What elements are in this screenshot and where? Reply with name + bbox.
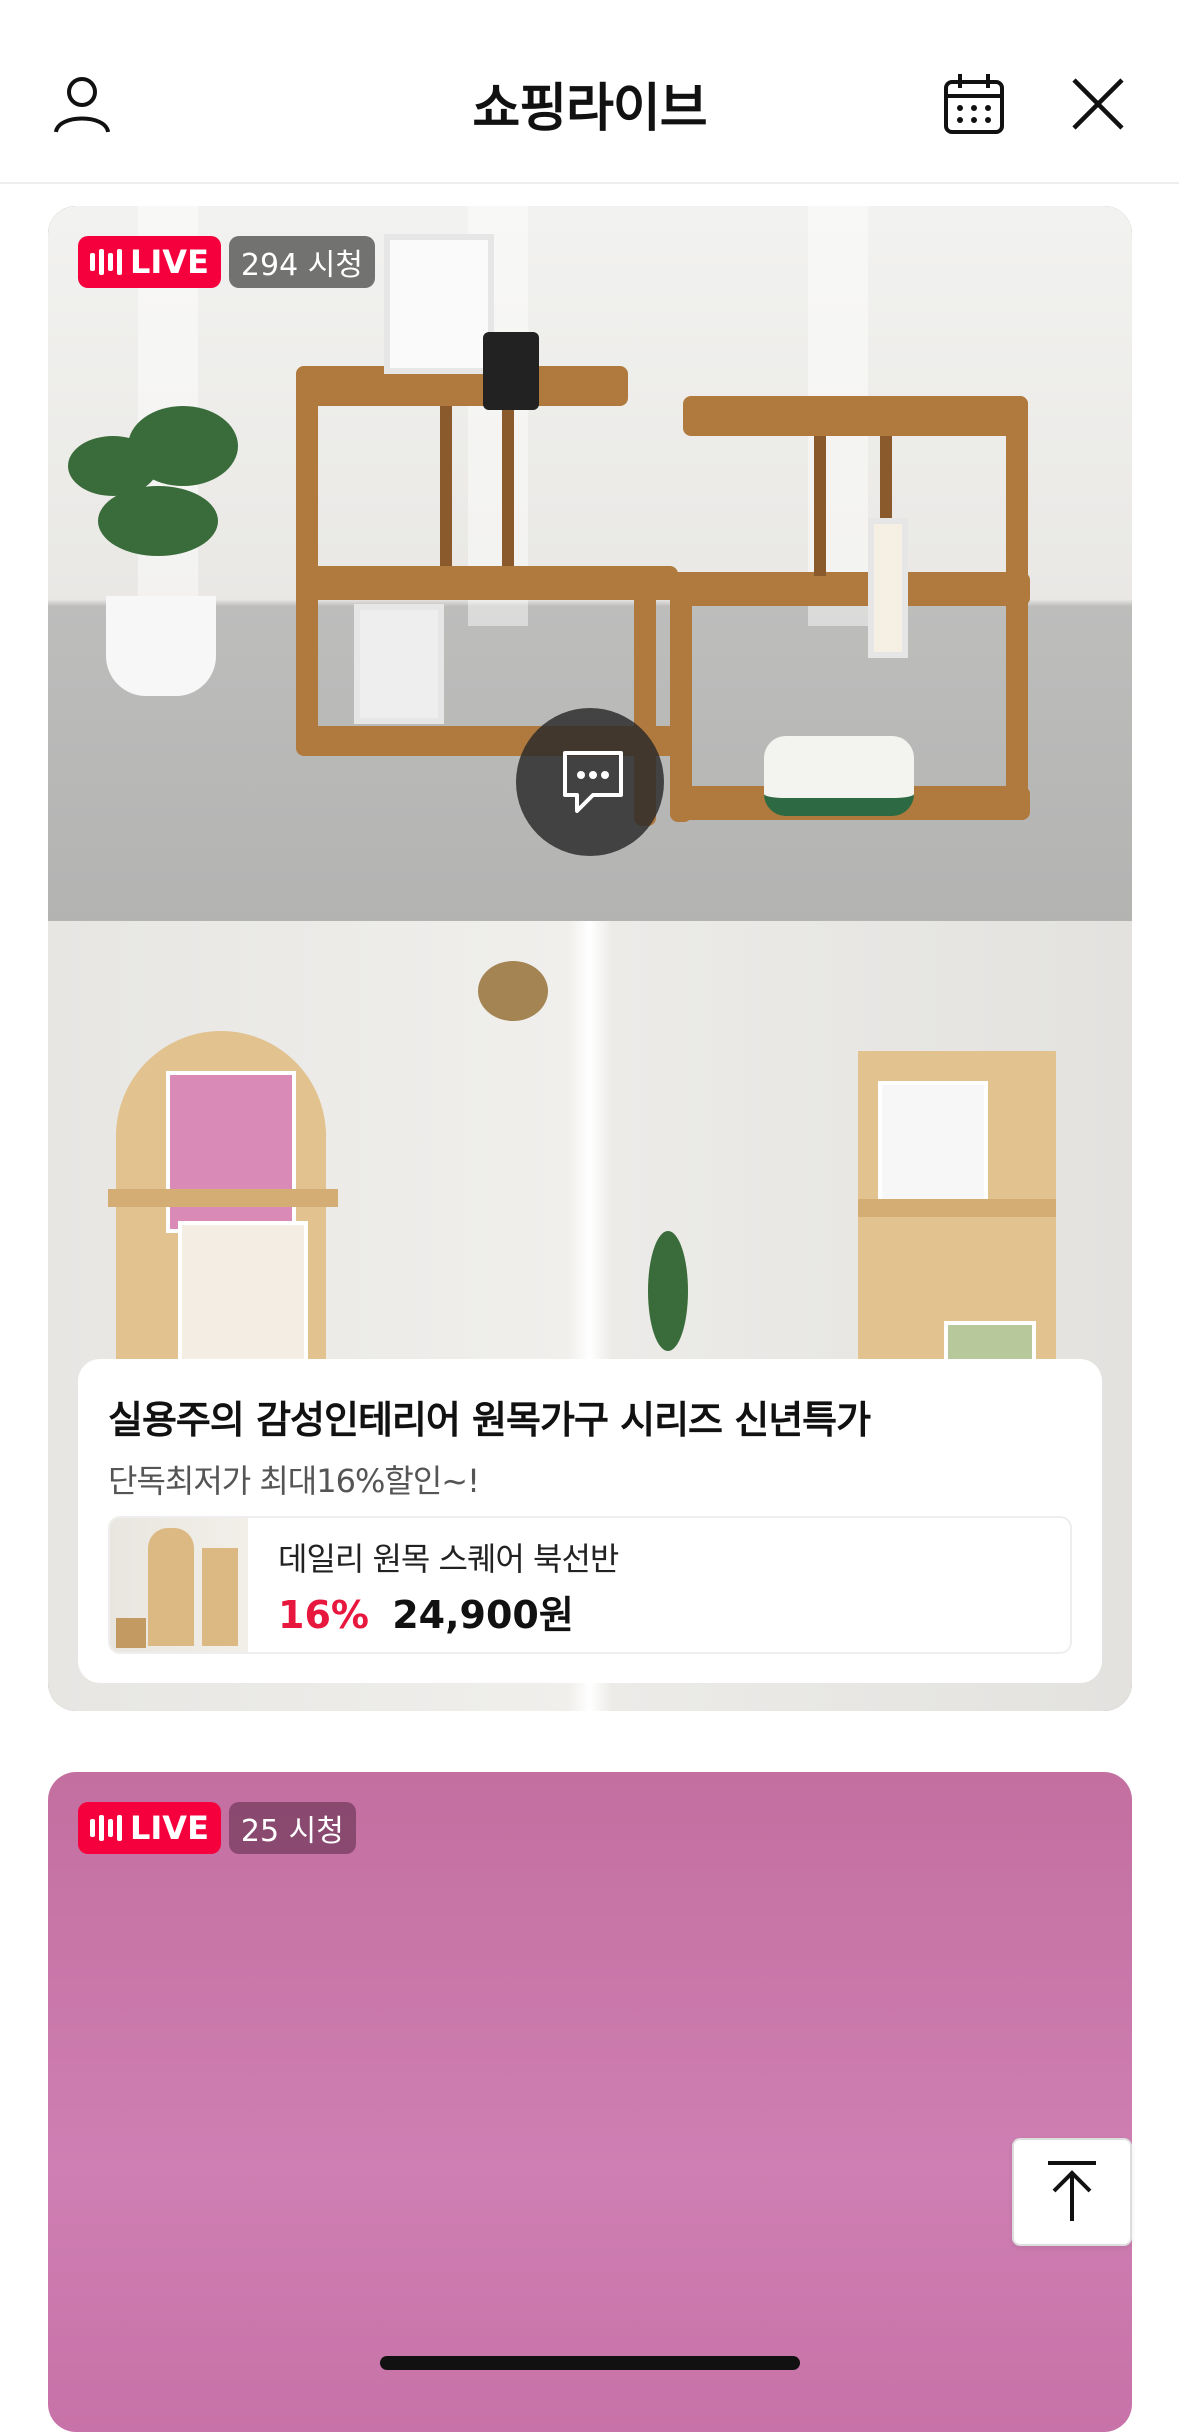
sale-price: 24,900원 [392,1593,574,1637]
close-icon[interactable] [1064,70,1132,138]
live-signal-icon [90,249,122,275]
calendar-icon[interactable] [940,70,1008,138]
home-indicator [380,2356,800,2370]
live-broadcast-card[interactable]: LIVE 25 시청 [48,1772,1132,2432]
live-signal-icon [90,1815,122,1841]
arrow-up-to-top-icon [1048,2161,1096,2221]
scroll-to-top-button[interactable] [1012,2138,1132,2246]
live-label: LIVE [130,243,209,281]
live-label: LIVE [130,1809,209,1847]
broadcast-subtitle: 단독최저가 최대16%할인~! [108,1462,480,1500]
live-badge: LIVE [78,1802,221,1854]
broadcast-title: 실용주의 감성인테리어 원목가구 시리즈 신년특가 [108,1398,871,1442]
chat-bubble-icon [563,751,623,813]
live-status-row: LIVE 25 시청 [78,1802,356,1854]
product-name: 데일리 원목 스퀘어 북선반 [278,1540,619,1578]
live-broadcast-card[interactable]: LIVE 294 시청 실용주의 감성인테리어 원목가구 시리즈 신년특가 단독… [48,206,1132,1711]
live-status-row: LIVE 294 시청 [78,236,375,288]
viewer-count: 25 시청 [228,1802,356,1854]
app-header: 쇼핑라이브 [0,0,1179,184]
product-thumbnail [110,1518,248,1652]
broadcast-video-top [48,206,1132,921]
viewer-count: 294 시청 [228,236,375,288]
broadcast-info-panel[interactable]: 실용주의 감성인테리어 원목가구 시리즈 신년특가 단독최저가 최대16%할인~… [78,1359,1102,1683]
discount-rate: 16% [278,1593,369,1637]
live-badge: LIVE [78,236,221,288]
chat-button[interactable] [516,708,664,856]
product-price-row: 16% 24,900원 [278,1584,574,1639]
product-item[interactable]: 데일리 원목 스퀘어 북선반 16% 24,900원 [108,1516,1072,1654]
